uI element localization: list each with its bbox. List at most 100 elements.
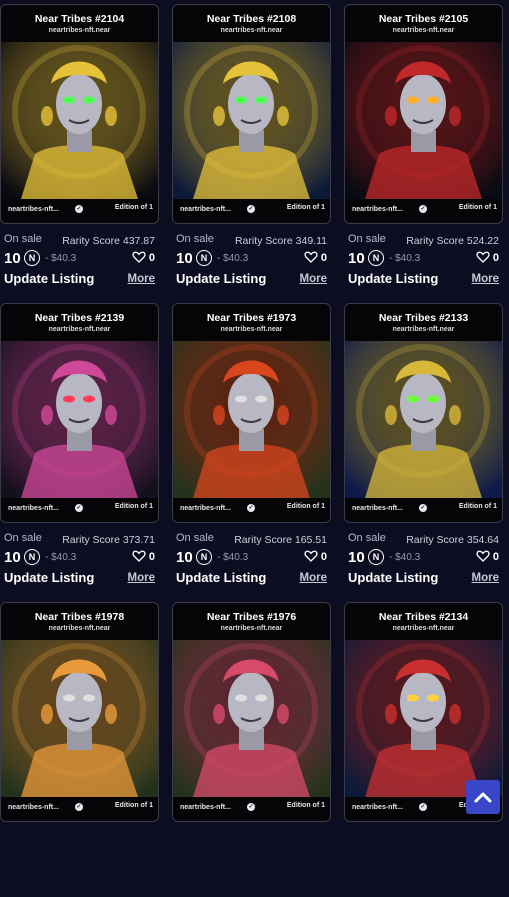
nft-title: Near Tribes #2139	[34, 312, 125, 324]
nft-collection: neartribes-nft.near	[220, 27, 283, 34]
nft-artwork[interactable]	[345, 341, 502, 498]
card-footer: neartribes-nft... ✓ Edition of 1	[352, 503, 497, 517]
nft-card[interactable]: Near Tribes #1973 neartribes-nft.near ne…	[172, 303, 331, 523]
card-footer: neartribes-nft... ✓ Edition of 1	[8, 802, 153, 816]
verified-icon: ✓	[75, 803, 83, 811]
update-listing-button[interactable]: Update Listing	[176, 570, 266, 585]
price-row: 10 N - $40.3 0	[4, 549, 155, 567]
verified-icon: ✓	[419, 803, 427, 811]
heart-icon[interactable]	[476, 250, 490, 264]
verified-icon: ✓	[419, 504, 427, 512]
creator-name[interactable]: neartribes-nft...	[180, 505, 231, 512]
nft-artwork[interactable]	[1, 341, 158, 498]
usd-price: - $40.3	[217, 253, 249, 264]
nft-card[interactable]: Near Tribes #2139 neartribes-nft.near ne…	[0, 303, 159, 523]
like-count: 0	[492, 551, 499, 563]
nft-card[interactable]: Near Tribes #1976 neartribes-nft.near ne…	[172, 602, 331, 822]
heart-icon[interactable]	[132, 250, 146, 264]
price-value: 10	[348, 549, 365, 566]
nft-artwork[interactable]	[173, 640, 330, 797]
near-token-icon: N	[196, 549, 212, 565]
usd-price: - $40.3	[217, 552, 249, 563]
nft-item: Near Tribes #1978 neartribes-nft.near ne…	[0, 598, 159, 897]
heart-icon[interactable]	[476, 549, 490, 563]
card-footer: neartribes-nft... ✓ Edition of 1	[8, 503, 153, 517]
creator-name[interactable]: neartribes-nft...	[8, 206, 59, 213]
creator-name[interactable]: neartribes-nft...	[8, 804, 59, 811]
character-illustration	[173, 640, 330, 797]
near-token-icon: N	[24, 549, 40, 565]
near-token-icon: N	[24, 250, 40, 266]
creator-name[interactable]: neartribes-nft...	[8, 505, 59, 512]
update-listing-button[interactable]: Update Listing	[4, 271, 94, 286]
nft-item: Near Tribes #1976 neartribes-nft.near ne…	[172, 598, 331, 897]
heart-icon[interactable]	[132, 549, 146, 563]
update-listing-button[interactable]: Update Listing	[4, 570, 94, 585]
nft-title: Near Tribes #2134	[378, 611, 469, 623]
sale-row: On sale Rarity Score 524.22	[348, 233, 499, 247]
nft-artwork[interactable]	[173, 341, 330, 498]
character-illustration	[173, 42, 330, 199]
more-link[interactable]: More	[300, 572, 327, 584]
verified-icon: ✓	[419, 205, 427, 213]
nft-collection: neartribes-nft.near	[220, 625, 283, 632]
nft-card[interactable]: Near Tribes #2133 neartribes-nft.near ne…	[344, 303, 503, 523]
nft-item: Near Tribes #2104 neartribes-nft.near ne…	[0, 0, 159, 299]
nft-artwork[interactable]	[1, 42, 158, 199]
nft-title: Near Tribes #2104	[34, 13, 125, 25]
more-link[interactable]: More	[128, 273, 155, 285]
nft-card[interactable]: Near Tribes #2108 neartribes-nft.near ne…	[172, 4, 331, 224]
price-row: 10 N - $40.3 0	[176, 549, 327, 567]
more-link[interactable]: More	[128, 572, 155, 584]
nft-item: Near Tribes #1973 neartribes-nft.near ne…	[172, 299, 331, 598]
price-row: 10 N - $40.3 0	[176, 250, 327, 268]
nft-artwork[interactable]	[345, 42, 502, 199]
verified-icon: ✓	[247, 803, 255, 811]
more-link[interactable]: More	[300, 273, 327, 285]
nft-card[interactable]: Near Tribes #2105 neartribes-nft.near ne…	[344, 4, 503, 224]
scroll-to-top-button[interactable]	[466, 780, 500, 814]
price-row: 10 N - $40.3 0	[348, 250, 499, 268]
creator-name[interactable]: neartribes-nft...	[352, 206, 403, 213]
edition-label: Edition of 1	[114, 503, 153, 510]
nft-card[interactable]: Near Tribes #1978 neartribes-nft.near ne…	[0, 602, 159, 822]
creator-name[interactable]: neartribes-nft...	[352, 804, 403, 811]
heart-icon[interactable]	[304, 250, 318, 264]
verified-icon: ✓	[247, 504, 255, 512]
more-link[interactable]: More	[472, 572, 499, 584]
card-footer: neartribes-nft... ✓ Edition of 1	[352, 204, 497, 218]
chevron-up-icon	[474, 792, 492, 803]
update-listing-button[interactable]: Update Listing	[348, 570, 438, 585]
nft-title: Near Tribes #2133	[378, 312, 469, 324]
creator-name[interactable]: neartribes-nft...	[180, 206, 231, 213]
creator-name[interactable]: neartribes-nft...	[180, 804, 231, 811]
card-footer: neartribes-nft... ✓ Edition of 1	[8, 204, 153, 218]
nft-collection: neartribes-nft.near	[220, 326, 283, 333]
sale-status: On sale	[4, 532, 42, 544]
creator-name[interactable]: neartribes-nft...	[352, 505, 403, 512]
action-row: Update Listing More	[4, 570, 155, 586]
nft-artwork[interactable]	[1, 640, 158, 797]
heart-icon[interactable]	[304, 549, 318, 563]
card-footer: neartribes-nft... ✓ Edition of 1	[180, 503, 325, 517]
action-row: Update Listing More	[348, 271, 499, 287]
like-count: 0	[148, 551, 155, 563]
rarity-score: Rarity Score 524.22	[406, 235, 499, 247]
nft-collection: neartribes-nft.near	[48, 27, 111, 34]
action-row: Update Listing More	[176, 570, 327, 586]
edition-label: Edition of 1	[286, 503, 325, 510]
nft-artwork[interactable]	[345, 640, 502, 797]
nft-collection: neartribes-nft.near	[392, 27, 455, 34]
nft-item: Near Tribes #2133 neartribes-nft.near ne…	[344, 299, 503, 598]
nft-card[interactable]: Near Tribes #2104 neartribes-nft.near ne…	[0, 4, 159, 224]
edition-label: Edition of 1	[458, 503, 497, 510]
nft-artwork[interactable]	[173, 42, 330, 199]
more-link[interactable]: More	[472, 273, 499, 285]
update-listing-button[interactable]: Update Listing	[176, 271, 266, 286]
sale-status: On sale	[348, 233, 386, 245]
like-count: 0	[320, 551, 327, 563]
edition-label: Edition of 1	[286, 204, 325, 211]
update-listing-button[interactable]: Update Listing	[348, 271, 438, 286]
near-token-icon: N	[368, 250, 384, 266]
nft-collection: neartribes-nft.near	[48, 326, 111, 333]
